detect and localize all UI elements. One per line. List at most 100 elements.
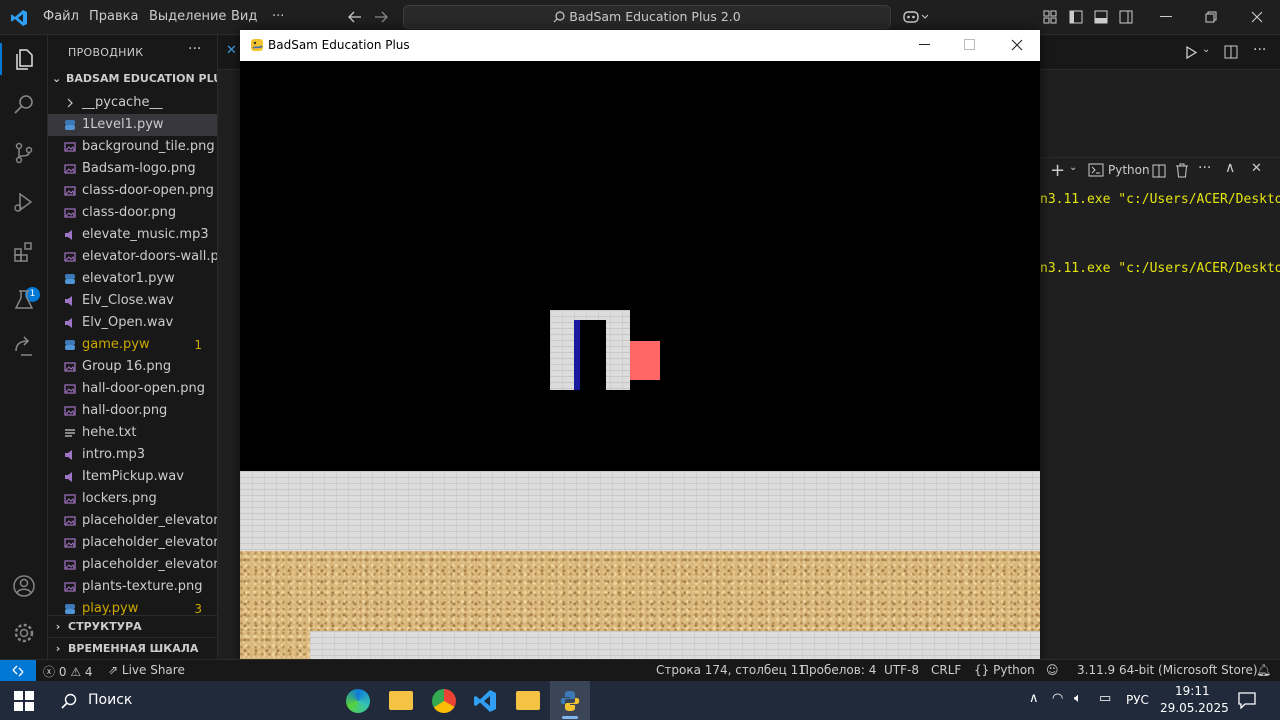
file-item[interactable]: Badsam-logo.png [48,158,217,180]
input-language[interactable]: РУС [1126,693,1149,707]
outline-section[interactable]: › СТРУКТУРА [48,615,217,637]
toggle-panel-icon[interactable] [1094,10,1108,24]
close-icon[interactable] [1251,11,1263,23]
command-center-search[interactable]: BadSam Education Plus 2.0 [403,5,891,29]
notifications-bell-icon[interactable]: 🔔︎ [1256,663,1271,677]
menu-more[interactable]: ··· [272,9,284,24]
file-item[interactable]: elevate_music.mp3 [48,224,217,246]
close-icon[interactable] [1011,39,1023,51]
live-share-status[interactable]: ⇗ Live Share [108,663,185,677]
folder-icon[interactable] [516,691,540,710]
indentation[interactable]: Пробелов: 4 [800,663,876,677]
chevron-down-icon[interactable]: ⌄ [1202,44,1210,55]
menu-view[interactable]: Вид [231,9,257,24]
file-item[interactable]: hall-door-open.png [48,378,217,400]
python-icon [560,691,580,711]
wifi-icon[interactable]: ◠ [1052,691,1063,706]
close-panel-icon[interactable]: ✕ [1251,161,1262,176]
live-share-icon[interactable] [12,335,36,359]
menu-edit[interactable]: Правка [89,9,138,24]
game-window-titlebar[interactable]: BadSam Education Plus [240,30,1040,61]
file-item[interactable]: background_tile.png [48,136,217,158]
chrome-icon[interactable] [432,689,456,713]
remote-button[interactable] [0,660,36,682]
copilot-icon[interactable] [902,9,928,25]
chevron-down-icon[interactable]: ⌄ [1069,162,1077,173]
taskbar-search[interactable]: Поиск [50,684,330,717]
restore-icon[interactable] [1205,11,1217,23]
file-item[interactable]: hehe.txt [48,422,217,444]
windows-start-icon[interactable] [14,691,34,711]
account-icon[interactable] [12,574,36,598]
source-control-icon[interactable] [12,141,36,165]
terminal-name[interactable]: Python [1108,163,1150,177]
volume-icon[interactable]: 🔈︎ [1074,691,1082,706]
python-interpreter[interactable]: 3.11.9 64-bit (Microsoft Store) [1077,663,1258,677]
encoding[interactable]: UTF-8 [884,663,919,677]
file-item[interactable]: placeholder_elevator_... [48,532,217,554]
explorer-files-icon[interactable] [12,47,36,71]
game-canvas[interactable] [240,61,1040,661]
run-debug-icon[interactable] [12,190,36,214]
language-mode[interactable]: {} Python [974,663,1035,677]
settings-gear-icon[interactable] [12,621,36,645]
folder-item[interactable]: __pycache__ [48,92,217,114]
cursor-position[interactable]: Строка 174, столбец 11 [656,663,806,677]
more-actions-icon[interactable]: ··· [1253,42,1266,58]
testing-flask-icon[interactable] [12,288,36,312]
file-item[interactable]: game.pyw 1 [48,334,217,356]
file-item[interactable]: hall-door.png [48,400,217,422]
customize-layout-icon[interactable] [1043,10,1057,24]
add-terminal-icon[interactable]: + [1050,160,1065,181]
search-icon[interactable] [12,93,36,117]
file-item[interactable]: elevator1.pyw [48,268,217,290]
more-actions-icon[interactable]: ··· [1198,160,1211,176]
file-item[interactable]: placeholder_elevator_... [48,510,217,532]
menu-file[interactable]: Файл [43,9,79,24]
file-item[interactable]: class-door-open.png [48,180,217,202]
file-item[interactable]: elevator-doors-wall.p... [48,246,217,268]
vscode-taskbar-icon[interactable] [473,689,497,713]
forward-arrow-icon[interactable] [374,11,388,23]
battery-icon[interactable]: ▭ [1099,691,1111,706]
python-taskbar-button[interactable] [550,681,590,720]
split-terminal-icon[interactable] [1152,164,1166,178]
file-item[interactable]: class-door.png [48,202,217,224]
problems-indicator[interactable]: ⓧ 0 ⚠ 4 [43,663,93,680]
toggle-secondary-sidebar-icon[interactable] [1119,10,1133,24]
back-arrow-icon[interactable] [348,11,362,23]
file-item[interactable]: ItemPickup.wav [48,466,217,488]
player-block [630,341,660,380]
menu-selection[interactable]: Выделение [149,9,226,24]
timeline-section[interactable]: › ВРЕМЕННАЯ ШКАЛА [48,637,217,659]
file-item[interactable]: plants-texture.png [48,576,217,598]
trash-icon[interactable] [1175,163,1189,178]
tab-python-icon[interactable]: ✕ [226,43,237,58]
extensions-icon[interactable] [12,240,36,264]
clock-time[interactable]: 19:11 [1175,684,1210,698]
file-item[interactable]: lockers.png [48,488,217,510]
more-actions-icon[interactable]: ··· [188,41,201,57]
file-item[interactable]: placeholder_elevator... [48,554,217,576]
file-item[interactable]: Elv_Open.wav [48,312,217,334]
file-item[interactable]: intro.mp3 [48,444,217,466]
copilot-status-icon[interactable]: ☺ [1046,663,1059,677]
maximize-panel-icon[interactable]: ∧ [1225,160,1235,176]
workspace-root[interactable]: ⌄ BADSAM EDUCATION PLU... [52,72,217,85]
notification-center-icon[interactable] [1238,692,1256,709]
run-icon[interactable] [1185,46,1197,59]
chevron-up-icon[interactable]: ∧ [1029,691,1039,706]
file-explorer-icon[interactable] [389,691,413,710]
line-ending[interactable]: CRLF [931,663,961,677]
minimize-icon[interactable] [1160,16,1172,18]
toggle-primary-sidebar-icon[interactable] [1069,10,1083,24]
file-name: hall-door.png [82,403,168,418]
game-window[interactable]: BadSam Education Plus [240,30,1040,661]
edge-browser-icon[interactable] [346,689,370,713]
minimize-icon[interactable] [919,44,930,46]
split-editor-icon[interactable] [1224,45,1238,59]
file-item[interactable]: Elv_Close.wav [48,290,217,312]
file-item[interactable]: 1Level1.pyw [48,114,217,136]
file-item[interactable]: Group 16.png [48,356,217,378]
clock-date[interactable]: 29.05.2025 [1160,701,1229,715]
